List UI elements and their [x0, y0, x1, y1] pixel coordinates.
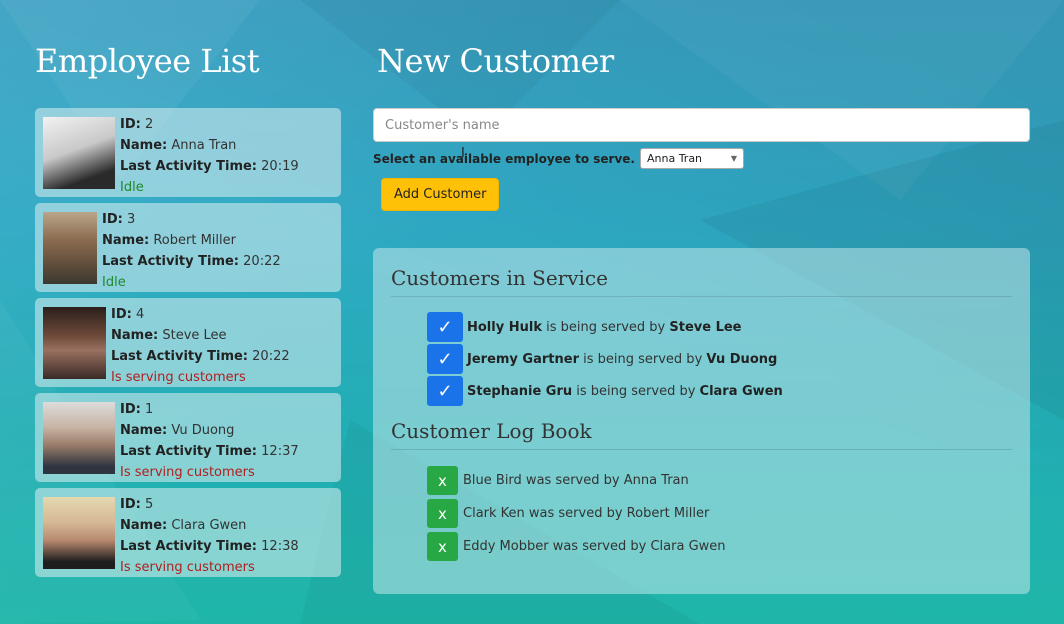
served-by-text: is being served by: [578, 351, 707, 367]
time-label: Last Activity Time:: [120, 444, 258, 459]
employee-name: Clara Gwen: [699, 383, 783, 399]
log-entry-text: Blue Bird was served by Anna Tran: [463, 473, 689, 488]
employee-name: Vu Duong: [167, 423, 235, 438]
list-item: ✓ Jeremy Gartner is being served by Vu D…: [427, 343, 1012, 375]
x-icon: x: [438, 471, 447, 490]
remove-log-button[interactable]: x: [427, 499, 458, 528]
employee-card: ID: 1 Name: Vu Duong Last Activity Time:…: [35, 393, 341, 482]
log-entry-text: Clark Ken was served by Robert Miller: [463, 506, 710, 521]
employee-avatar: [43, 307, 106, 379]
served-by-text: is being served by: [572, 383, 700, 399]
time-label: Last Activity Time:: [120, 539, 258, 554]
last-activity-time: 20:19: [257, 159, 299, 174]
employee-name: Vu Duong: [706, 351, 778, 367]
served-by-text: is being served by: [541, 319, 670, 335]
id-label: ID:: [120, 402, 141, 417]
list-item: ✓ Stephanie Gru is being served by Clara…: [427, 375, 1012, 407]
employee-card: ID: 3 Name: Robert Miller Last Activity …: [35, 203, 341, 292]
remove-log-button[interactable]: x: [427, 532, 458, 561]
employee-name: Anna Tran: [167, 138, 237, 153]
id-label: ID:: [120, 117, 141, 132]
add-customer-button[interactable]: Add Customer: [381, 178, 500, 211]
check-button[interactable]: ✓: [427, 344, 463, 374]
employee-status: Is serving customers: [120, 465, 255, 480]
name-label: Name:: [120, 138, 168, 153]
employee-name: Steve Lee: [158, 328, 227, 343]
check-icon: ✓: [437, 380, 453, 401]
employee-status: Idle: [102, 275, 126, 290]
employee-id: 4: [131, 307, 145, 322]
in-service-list: ✓ Holly Hulk is being served by Steve Le…: [427, 311, 1012, 407]
employee-id: 2: [140, 117, 154, 132]
customer-name-input[interactable]: [373, 108, 1030, 142]
time-label: Last Activity Time:: [102, 254, 240, 269]
check-icon: ✓: [437, 316, 453, 337]
employee-status: Is serving customers: [111, 370, 246, 385]
selected-employee: Anna Tran: [646, 152, 703, 165]
employee-status: Is serving customers: [120, 560, 255, 575]
employee-card: ID: 2 Name: Anna Tran Last Activity Time…: [35, 108, 341, 197]
customer-name: Holly Hulk: [467, 319, 542, 335]
list-item: x Eddy Mobber was served by Clara Gwen: [427, 530, 1012, 563]
last-activity-time: 12:37: [257, 444, 299, 459]
list-item: ✓ Holly Hulk is being served by Steve Le…: [427, 311, 1012, 343]
name-label: Name:: [111, 328, 159, 343]
chevron-down-icon: ▼: [730, 154, 737, 163]
new-customer-form: Select an available employee to serve. A…: [373, 108, 1030, 211]
id-label: ID:: [111, 307, 132, 322]
new-customer-heading: New Customer: [377, 42, 614, 80]
x-icon: x: [438, 537, 447, 556]
log-entry-text: Eddy Mobber was served by Clara Gwen: [463, 539, 726, 554]
employee-avatar: [43, 497, 115, 569]
employee-list-heading: Employee List: [35, 42, 260, 80]
customer-name: Jeremy Gartner: [467, 351, 579, 367]
time-label: Last Activity Time:: [111, 349, 249, 364]
name-label: Name:: [120, 423, 168, 438]
name-label: Name:: [102, 233, 150, 248]
text-cursor-icon: I: [461, 146, 465, 161]
employee-id: 3: [122, 212, 136, 227]
check-icon: ✓: [437, 348, 453, 369]
employee-id: 1: [140, 402, 154, 417]
check-button[interactable]: ✓: [427, 376, 463, 406]
list-item: x Clark Ken was served by Robert Miller: [427, 497, 1012, 530]
time-label: Last Activity Time:: [120, 159, 258, 174]
employee-status: Idle: [120, 180, 144, 195]
employee-card: ID: 5 Name: Clara Gwen Last Activity Tim…: [35, 488, 341, 577]
id-label: ID:: [102, 212, 123, 227]
log-book-list: x Blue Bird was served by Anna Tran x Cl…: [427, 464, 1012, 563]
select-employee-label: Select an available employee to serve.: [373, 151, 635, 166]
check-button[interactable]: ✓: [427, 312, 463, 342]
last-activity-time: 12:38: [257, 539, 299, 554]
x-icon: x: [438, 504, 447, 523]
employee-select[interactable]: Anna Tran ▼: [639, 148, 744, 169]
employee-name: Clara Gwen: [167, 518, 247, 533]
customers-in-service-title: Customers in Service: [391, 266, 1012, 297]
remove-log-button[interactable]: x: [427, 466, 458, 495]
last-activity-time: 20:22: [239, 254, 281, 269]
employee-id: 5: [140, 497, 154, 512]
last-activity-time: 20:22: [248, 349, 290, 364]
employee-card: ID: 4 Name: Steve Lee Last Activity Time…: [35, 298, 341, 387]
employee-list: ID: 2 Name: Anna Tran Last Activity Time…: [35, 108, 341, 583]
employee-avatar: [43, 402, 115, 474]
name-label: Name:: [120, 518, 168, 533]
list-item: x Blue Bird was served by Anna Tran: [427, 464, 1012, 497]
customer-log-book-title: Customer Log Book: [391, 419, 1012, 450]
employee-avatar: [43, 212, 97, 284]
service-panel: Customers in Service ✓ Holly Hulk is bei…: [373, 248, 1030, 594]
id-label: ID:: [120, 497, 141, 512]
employee-name: Steve Lee: [669, 319, 742, 335]
employee-avatar: [43, 117, 115, 189]
customer-name: Stephanie Gru: [467, 383, 573, 399]
employee-name: Robert Miller: [149, 233, 236, 248]
